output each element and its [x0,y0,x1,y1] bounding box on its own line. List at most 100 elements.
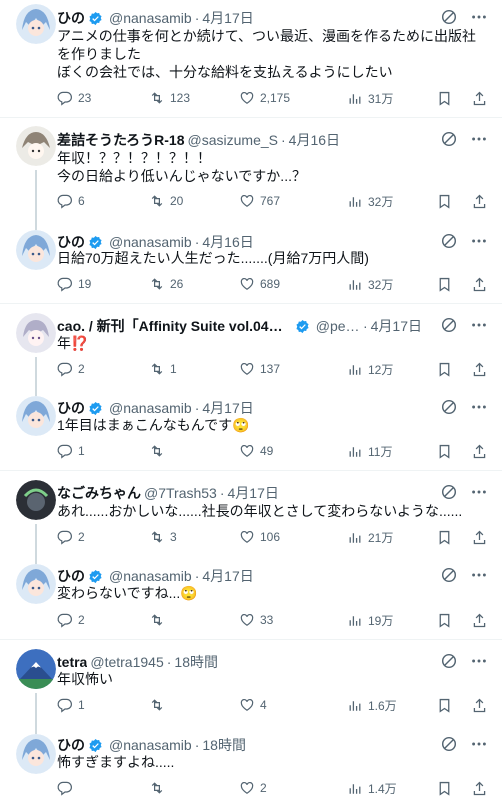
repost-button[interactable]: 20 [149,193,183,209]
like-button[interactable]: 106 [239,529,280,545]
views-button[interactable]: 32万 [347,193,393,210]
grok-icon[interactable] [440,483,458,501]
author-handle[interactable]: @nanasamib [109,10,192,26]
more-icon[interactable] [470,130,488,148]
post[interactable]: 差詰そうたろうR-18 @sasizume_S · 4月16日 年収！？？！？！… [0,118,502,222]
views-button[interactable]: 1.6万 [347,697,397,714]
views-button[interactable]: 12万 [347,361,393,378]
author-handle[interactable]: @petit... [316,318,360,334]
reply-button[interactable]: 19 [57,276,91,292]
avatar[interactable] [16,396,56,436]
grok-icon[interactable] [440,130,458,148]
post-time[interactable]: 4月17日 [202,398,253,418]
share-icon[interactable] [471,780,488,797]
post-time[interactable]: 4月17日 [202,566,253,586]
author-handle[interactable]: @tetra1945 [90,654,163,670]
bookmark-icon[interactable] [436,697,453,714]
bookmark-icon[interactable] [436,443,453,460]
more-icon[interactable] [470,316,488,334]
repost-button[interactable] [149,612,170,628]
share-icon[interactable] [471,529,488,546]
more-icon[interactable] [470,652,488,670]
more-icon[interactable] [470,566,488,584]
post-time[interactable]: 18時間 [174,652,218,672]
bookmark-icon[interactable] [436,529,453,546]
author-handle[interactable]: @nanasamib [109,400,192,416]
author-handle[interactable]: @7Trash53 [144,485,217,501]
post[interactable]: tetra @tetra1945 · 18時間 年収怖い 1 4 1.6万 [0,640,502,726]
avatar[interactable] [16,313,56,353]
share-icon[interactable] [471,276,488,293]
avatar[interactable] [16,734,56,774]
grok-icon[interactable] [440,566,458,584]
author-handle[interactable]: @nanasamib [109,568,192,584]
author-name[interactable]: ひの [57,8,85,28]
post[interactable]: cao. / 新刊「Affinity Suite vol.04」4/11リ...… [0,304,502,390]
reply-button[interactable]: 6 [57,193,85,209]
more-icon[interactable] [470,398,488,416]
grok-icon[interactable] [440,8,458,26]
share-icon[interactable] [471,443,488,460]
avatar[interactable] [16,126,56,166]
author-handle[interactable]: @sasizume_S [188,132,278,148]
post-time[interactable]: 4月17日 [202,8,253,28]
like-button[interactable]: 689 [239,276,280,292]
like-button[interactable]: 767 [239,193,280,209]
post[interactable]: ひの @nanasamib · 4月17日 1年目はまぁこんなもんです🙄 1 4… [0,390,502,470]
views-button[interactable]: 31万 [347,90,393,107]
like-button[interactable]: 49 [239,443,273,459]
grok-icon[interactable] [440,316,458,334]
repost-button[interactable]: 1 [149,361,177,377]
like-button[interactable]: 2,175 [239,90,290,106]
grok-icon[interactable] [440,232,458,250]
reply-button[interactable]: 2 [57,529,85,545]
repost-button[interactable]: 3 [149,529,177,545]
post[interactable]: ひの @nanasamib · 18時間 怖すぎますよね..... 2 1.4万 [0,726,502,799]
author-name[interactable]: 差詰そうたろうR-18 [57,130,185,150]
avatar[interactable] [16,564,56,604]
author-name[interactable]: ひの [57,566,85,586]
share-icon[interactable] [471,193,488,210]
share-icon[interactable] [471,361,488,378]
more-icon[interactable] [470,232,488,250]
reply-button[interactable]: 1 [57,697,85,713]
like-button[interactable]: 2 [239,780,267,796]
grok-icon[interactable] [440,652,458,670]
views-button[interactable]: 11万 [347,443,392,460]
author-name[interactable]: なごみちゃん [57,483,141,503]
author-name[interactable]: ひの [57,398,85,418]
repost-button[interactable] [149,780,170,796]
post[interactable]: ひの @nanasamib · 4月16日 日給70万超えたい人生だった....… [0,222,502,304]
like-button[interactable]: 4 [239,697,267,713]
repost-button[interactable]: 26 [149,276,183,292]
share-icon[interactable] [471,697,488,714]
author-name[interactable]: tetra [57,654,87,670]
more-icon[interactable] [470,483,488,501]
post[interactable]: ひの @nanasamib · 4月17日 アニメの仕事を何とか続けて、つい最近… [0,0,502,118]
like-button[interactable]: 33 [239,612,273,628]
more-icon[interactable] [470,735,488,753]
reply-button[interactable]: 2 [57,612,85,628]
post-time[interactable]: 4月16日 [289,130,340,150]
like-button[interactable]: 137 [239,361,280,377]
reply-button[interactable]: 2 [57,361,85,377]
grok-icon[interactable] [440,735,458,753]
avatar[interactable] [16,230,56,270]
avatar[interactable] [16,480,56,520]
bookmark-icon[interactable] [436,361,453,378]
bookmark-icon[interactable] [436,780,453,797]
views-button[interactable]: 1.4万 [347,780,397,797]
author-handle[interactable]: @nanasamib [109,234,192,250]
reply-button[interactable]: 23 [57,90,91,106]
grok-icon[interactable] [440,398,458,416]
author-handle[interactable]: @nanasamib [109,737,192,753]
repost-button[interactable]: 123 [149,90,190,106]
reply-button[interactable]: 1 [57,443,85,459]
post-time[interactable]: 4月17日 [371,316,422,336]
share-icon[interactable] [471,90,488,107]
post[interactable]: ひの @nanasamib · 4月17日 変わらないですね...🙄 2 33 … [0,556,502,639]
bookmark-icon[interactable] [436,612,453,629]
views-button[interactable]: 21万 [347,529,393,546]
avatar[interactable] [16,4,56,44]
views-button[interactable]: 19万 [347,612,393,629]
